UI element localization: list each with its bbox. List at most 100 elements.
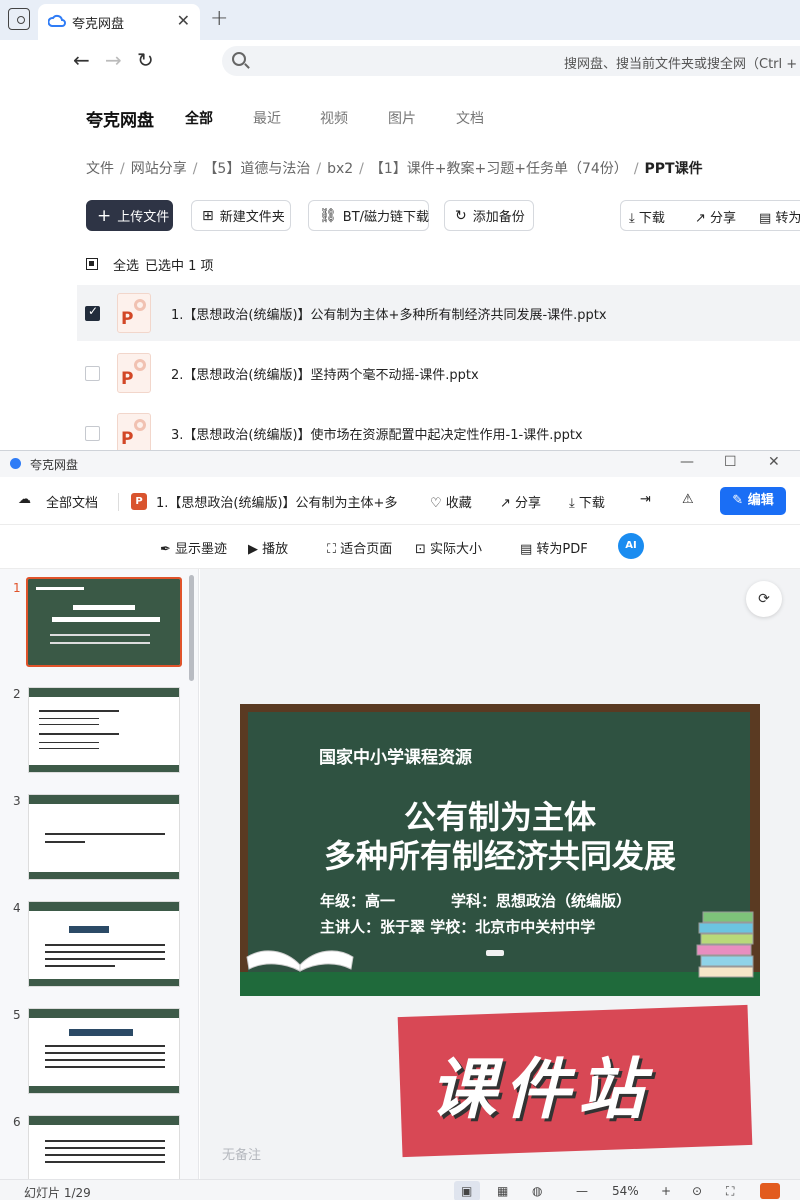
- breadcrumb-item[interactable]: 网站分享: [131, 161, 187, 177]
- slide-thumbnail[interactable]: [28, 901, 180, 987]
- browser-tab-bar: 夸克网盘 ✕ +: [0, 0, 800, 40]
- zoom-in-button[interactable]: +: [661, 1184, 671, 1198]
- brand-title: 夸克网盘: [86, 111, 154, 131]
- breadcrumb-item[interactable]: 【1】课件+教案+习题+任务单（74份）: [370, 161, 628, 177]
- bt-download-button[interactable]: ⛓ BT/磁力链下载: [308, 200, 429, 231]
- download-button[interactable]: ⤓ 下载: [629, 207, 665, 226]
- pptx-file-icon: P: [117, 413, 151, 453]
- select-all-checkbox[interactable]: [86, 258, 98, 270]
- show-ink-button[interactable]: ✒ 显示墨迹: [160, 538, 227, 557]
- status-bar: 幻灯片 1/29 ▣ ▦ ◍ — 54% + ⊙ ⛶: [0, 1179, 800, 1200]
- ppt-icon: P: [131, 493, 147, 510]
- back-arrow-icon[interactable]: ←: [73, 48, 90, 72]
- grid-view-icon[interactable]: ▦: [497, 1184, 508, 1198]
- quark-cloud-icon: [48, 14, 66, 27]
- to-pdf-button[interactable]: ▤ 转为PDF: [520, 538, 588, 557]
- tab-video[interactable]: 视频: [320, 108, 348, 128]
- slide-speaker: 主讲人：张于翠 学校：北京市中关村中学: [320, 918, 596, 936]
- tab-search-icon[interactable]: [8, 8, 30, 30]
- slide-thumbnail[interactable]: [28, 1008, 180, 1094]
- thumb-number: 5: [13, 1008, 21, 1022]
- tab-title: 夸克网盘: [72, 17, 125, 32]
- plus-icon: +: [97, 205, 112, 226]
- breadcrumb-item[interactable]: bx2: [327, 161, 353, 177]
- zoom-level: 54%: [612, 1184, 639, 1198]
- slide-grade: 年级：高一: [320, 892, 396, 910]
- convert-button[interactable]: ▤ 转为: [759, 207, 800, 226]
- file-checkbox[interactable]: [85, 366, 100, 381]
- file-name[interactable]: 1.【思想政治(统编版)】公有制为主体+多种所有制经济共同发展-课件.pptx: [171, 304, 607, 323]
- edit-button[interactable]: ✎ 编辑: [720, 487, 786, 515]
- exit-icon[interactable]: ⇥: [640, 492, 651, 507]
- slide-thumbnail[interactable]: [28, 794, 180, 880]
- slide-thumbnail[interactable]: [28, 687, 180, 773]
- share-button[interactable]: ↗ 分享: [500, 492, 541, 511]
- fit-page-button[interactable]: ⛶ 适合页面: [327, 538, 392, 557]
- slide-counter: 幻灯片 1/29: [24, 1186, 91, 1200]
- rotate-icon[interactable]: ⟳: [746, 581, 782, 617]
- share-button[interactable]: ↗ 分享: [695, 207, 736, 226]
- new-tab-button[interactable]: +: [210, 6, 228, 31]
- file-row[interactable]: P 1.【思想政治(统编版)】公有制为主体+多种所有制经济共同发展-课件.ppt…: [77, 285, 800, 341]
- file-action-group: ⤓ 下载 ↗ 分享 ▤ 转为: [620, 200, 800, 231]
- file-name[interactable]: 2.【思想政治(统编版)】坚持两个毫不动摇-课件.pptx: [171, 364, 479, 383]
- tab-recent[interactable]: 最近: [253, 108, 281, 128]
- document-title: 1.【思想政治(统编版)】公有制为主体+多: [156, 496, 398, 511]
- tab-all[interactable]: 全部: [185, 108, 213, 128]
- browser-tab[interactable]: 夸克网盘 ✕: [38, 4, 200, 40]
- pptx-file-icon: P: [117, 353, 151, 393]
- slide-subject: 学科：思想政治（统编版）: [451, 892, 632, 910]
- preview-window-title: 夸克网盘: [30, 458, 79, 472]
- slide-thumbnail[interactable]: [26, 577, 182, 667]
- book-stack-icon: [696, 911, 754, 978]
- address-bar[interactable]: 搜网盘、搜当前文件夹或搜全网（Ctrl + F）: [222, 46, 800, 76]
- file-checkbox[interactable]: [85, 426, 100, 441]
- thumbnail-scrollbar[interactable]: [189, 575, 194, 681]
- slide-header: 国家中小学课程资源: [319, 748, 472, 768]
- zoom-out-button[interactable]: —: [576, 1184, 588, 1198]
- file-row[interactable]: P 2.【思想政治(统编版)】坚持两个毫不动摇-课件.pptx: [77, 345, 800, 401]
- slide-thumbnail-panel: 1 2 3 4 5 6: [0, 569, 199, 1179]
- upload-button[interactable]: + 上传文件: [86, 200, 173, 231]
- thumb-number: 6: [13, 1115, 21, 1129]
- forward-arrow-icon[interactable]: →: [105, 48, 122, 72]
- thumb-number: 3: [13, 794, 21, 808]
- breadcrumb-item[interactable]: 【5】道德与法治: [203, 161, 310, 177]
- watermark-stamp: 课件站: [397, 1004, 753, 1158]
- divider: [118, 493, 119, 511]
- close-icon[interactable]: ✕: [768, 454, 780, 470]
- search-icon: [232, 52, 246, 66]
- slide-subtitle: 多种所有制经济共同发展: [323, 837, 676, 875]
- breadcrumb: 文件 / 网站分享 / 【5】道德与法治 / bx2/【1】课件+教案+习题+任务单（74份…: [86, 161, 703, 177]
- breadcrumb-current: PPT课件: [644, 161, 703, 177]
- slide-canvas: 国家中小学课程资源 公有制为主体 多种所有制经济共同发展 年级：高一 学科：思想…: [240, 704, 760, 996]
- select-all-label[interactable]: 全选: [113, 255, 139, 274]
- file-name[interactable]: 3.【思想政治(统编版)】使市场在资源配置中起决定性作用-1-课件.pptx: [171, 424, 583, 443]
- tab-images[interactable]: 图片: [388, 108, 416, 128]
- new-folder-button[interactable]: ⊞ 新建文件夹: [191, 200, 291, 231]
- fullscreen-icon[interactable]: ⛶: [726, 1184, 734, 1199]
- minimize-icon[interactable]: —: [680, 454, 694, 470]
- favorite-button[interactable]: ♡ 收藏: [430, 492, 472, 511]
- actual-size-button[interactable]: ⊡ 实际大小: [415, 538, 482, 557]
- reload-icon[interactable]: ↻: [137, 48, 154, 72]
- magnet-icon: ⛓: [319, 207, 337, 224]
- preview-title-bar: 夸克网盘 — ☐ ✕: [0, 451, 800, 477]
- app-logo-icon: [760, 1183, 780, 1199]
- tab-docs[interactable]: 文档: [456, 108, 484, 128]
- fit-icon[interactable]: ⊙: [692, 1184, 702, 1198]
- ai-assistant-icon[interactable]: AI: [618, 533, 644, 559]
- download-button[interactable]: ⤓ 下载: [569, 492, 605, 511]
- globe-icon[interactable]: ◍: [532, 1184, 542, 1198]
- feedback-icon[interactable]: ⚠: [682, 492, 694, 507]
- preview-toolbar: ☁ 全部文档 P 1.【思想政治(统编版)】公有制为主体+多 ♡ 收藏 ↗ 分享…: [0, 477, 800, 525]
- add-backup-button[interactable]: ↻ 添加备份: [444, 200, 534, 231]
- file-checkbox[interactable]: [85, 304, 100, 321]
- close-tab-icon[interactable]: ✕: [177, 11, 190, 30]
- maximize-icon[interactable]: ☐: [724, 454, 737, 470]
- play-button[interactable]: ▶ 播放: [248, 538, 288, 557]
- selected-count: 已选中 1 项: [145, 259, 214, 274]
- breadcrumb-item[interactable]: 文件: [86, 161, 114, 177]
- all-docs-link[interactable]: 全部文档: [46, 492, 98, 511]
- slide-thumbnail[interactable]: [28, 1115, 180, 1179]
